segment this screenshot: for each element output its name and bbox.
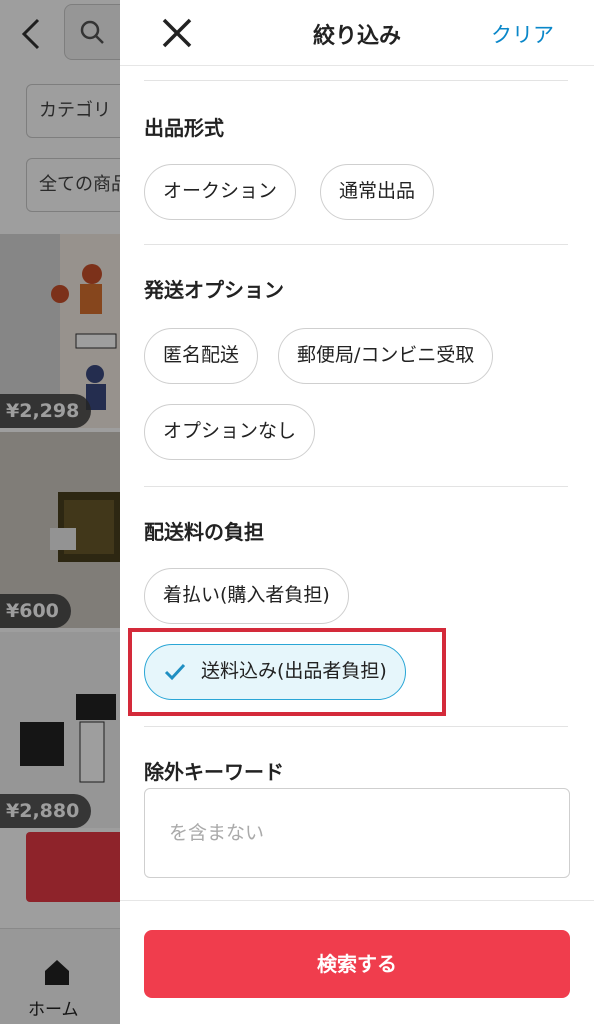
background-page: カテゴリ 全ての商品 ¥2,298 ¥600 ¥2,880 ホーム xyxy=(0,0,120,1024)
chip-anonymous-shipping[interactable]: 匿名配送 xyxy=(144,328,259,384)
search-button[interactable]: 検索する xyxy=(144,930,570,998)
chip-no-option[interactable]: オプションなし xyxy=(144,404,316,460)
filter-drawer: 絞り込み クリア 出品形式 オークション 通常出品 発送オプション 匿名配送 郵… xyxy=(120,0,594,1024)
backdrop-overlay[interactable] xyxy=(0,0,120,1024)
divider xyxy=(144,80,568,81)
chip-post-office-pickup[interactable]: 郵便局/コンビニ受取 xyxy=(278,328,494,384)
footer-divider xyxy=(120,900,594,901)
shipping-fee-title: 配送料の負担 xyxy=(144,520,264,544)
selection-highlight-box xyxy=(128,628,446,716)
divider xyxy=(144,726,568,727)
chip-auction[interactable]: オークション xyxy=(144,164,297,220)
exclude-keyword-title: 除外キーワード xyxy=(144,760,284,784)
divider xyxy=(144,486,568,487)
listing-format-title: 出品形式 xyxy=(144,116,224,140)
clear-button[interactable]: クリア xyxy=(491,19,554,49)
chip-cash-on-delivery[interactable]: 着払い(購入者負担) xyxy=(144,568,349,624)
drawer-header: 絞り込み クリア xyxy=(120,0,594,66)
exclude-keyword-input[interactable] xyxy=(144,788,570,878)
chip-regular-listing[interactable]: 通常出品 xyxy=(320,164,435,220)
divider xyxy=(144,244,568,245)
shipping-options-title: 発送オプション xyxy=(144,278,284,302)
